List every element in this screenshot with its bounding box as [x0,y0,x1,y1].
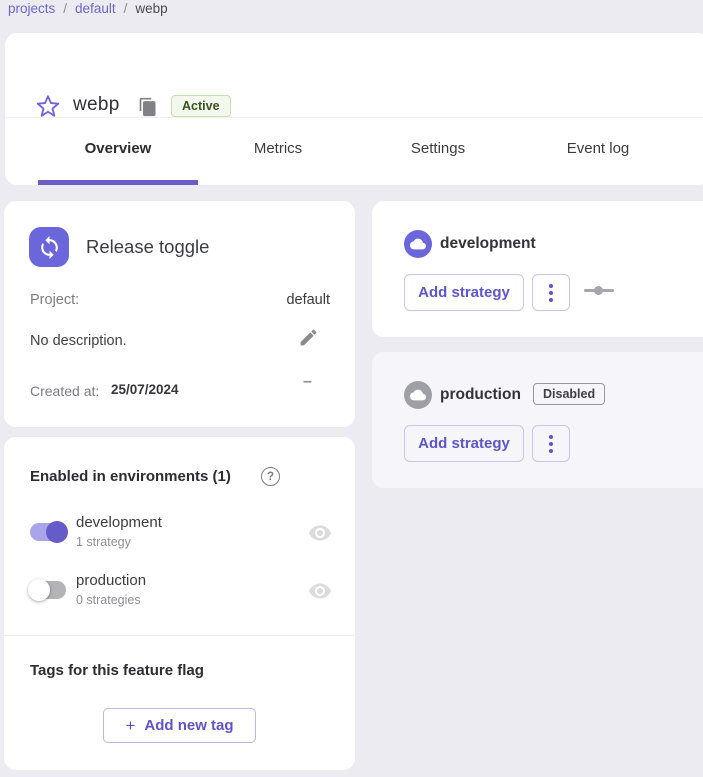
breadcrumb-default[interactable]: default [75,1,116,16]
help-icon[interactable]: ? [261,467,280,486]
tab-metrics[interactable]: Metrics [198,117,358,180]
visibility-eye-icon[interactable] [308,579,332,603]
project-label: Project: [30,292,79,308]
favorite-star-icon[interactable] [35,93,61,119]
visibility-eye-icon[interactable] [308,521,332,545]
strategy-connector-icon [584,283,614,297]
kebab-dot [549,298,553,302]
feature-header-card: webp Active Overview Metrics Settings Ev… [5,33,703,185]
kebab-dot [549,291,553,295]
cloud-environment-icon [404,381,432,409]
disabled-badge: Disabled [533,383,605,405]
kebab-dot [549,284,553,288]
environment-strategy-count: 0 strategies [76,593,141,607]
cloud-environment-icon [404,230,432,258]
add-new-tag-label: Add new tag [144,717,233,734]
copy-name-icon[interactable] [138,97,160,119]
tab-bar: Overview Metrics Settings Event log [38,117,678,180]
breadcrumb-separator: / [124,1,128,16]
kebab-dot [549,449,553,453]
plus-icon: + [125,716,135,736]
kebab-dot [549,435,553,439]
environment-strategy-count: 1 strategy [76,535,131,549]
add-strategy-button[interactable]: Add strategy [404,274,524,311]
active-tab-indicator [38,180,198,185]
created-at-label: Created at: [30,383,99,399]
tab-settings[interactable]: Settings [358,117,518,180]
add-new-tag-button[interactable]: + Add new tag [103,708,256,743]
description-text: No description. [30,333,127,349]
toggle-development[interactable] [30,523,66,541]
page-title: webp [73,94,120,116]
feature-details-card: Release toggle Project: default No descr… [4,201,355,427]
edit-description-icon[interactable] [298,327,324,353]
dash-placeholder: – [303,373,312,391]
development-strategies-card: development Add strategy [372,201,703,337]
breadcrumb: projects / default / webp [8,1,168,16]
environment-name: development [76,514,162,531]
environments-panel: Enabled in environments (1) ? developmen… [4,437,355,770]
status-badge: Active [171,95,231,117]
production-strategies-card: production Disabled Add strategy [372,352,703,488]
toggle-production[interactable] [30,581,66,599]
project-value[interactable]: default [286,292,330,308]
tab-event-log[interactable]: Event log [518,117,678,180]
environments-panel-title: Enabled in environments (1) [30,468,231,485]
kebab-dot [549,442,553,446]
tags-section-title: Tags for this feature flag [30,662,204,679]
breadcrumb-projects[interactable]: projects [8,1,55,16]
created-at-value: 25/07/2024 [111,382,179,397]
environment-card-title: production [440,386,521,404]
more-options-kebab-icon[interactable] [532,274,570,311]
feature-type-title: Release toggle [86,236,209,258]
tab-overview[interactable]: Overview [38,117,198,180]
more-options-kebab-icon[interactable] [532,425,570,462]
environment-name: production [76,572,146,589]
add-strategy-button[interactable]: Add strategy [404,425,524,462]
section-divider [4,635,355,636]
breadcrumb-separator: / [63,1,67,16]
release-toggle-icon [29,227,69,267]
environment-card-title: development [440,235,536,253]
breadcrumb-current: webp [135,1,167,16]
